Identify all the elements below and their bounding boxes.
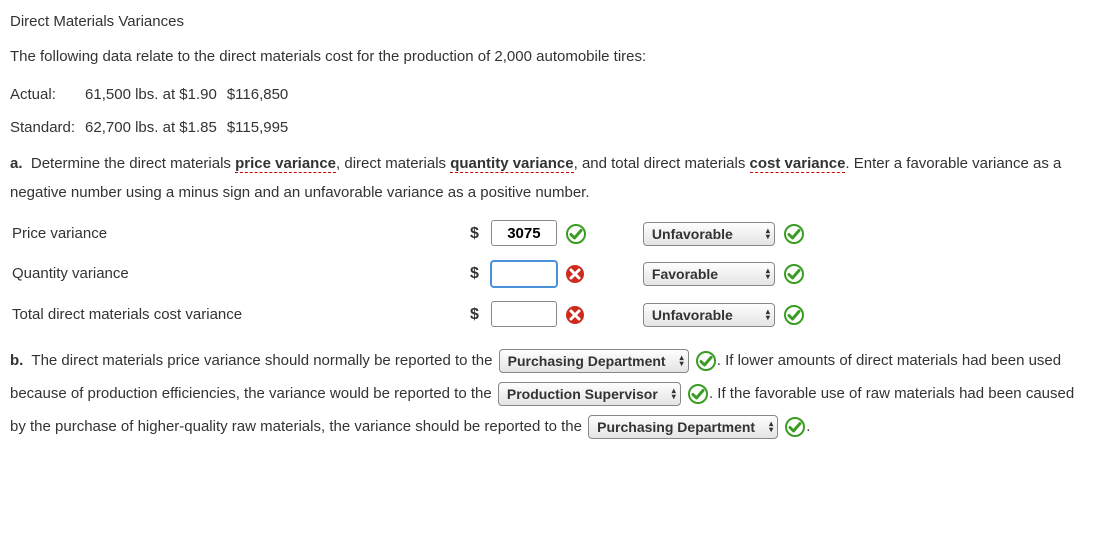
chevron-updown-icon: [766, 263, 770, 285]
price-variance-input[interactable]: [491, 220, 557, 246]
check-icon: [783, 304, 805, 326]
check-icon: [784, 416, 806, 438]
page-title: Direct Materials Variances: [10, 8, 1090, 37]
total-variance-input[interactable]: [491, 301, 557, 327]
check-icon: [565, 223, 587, 245]
report-to-select-1[interactable]: Purchasing Department: [499, 349, 689, 373]
x-icon: [565, 305, 585, 325]
part-b-lead: b.: [10, 352, 23, 369]
select-value: Unfavorable: [652, 226, 733, 242]
table-row: Standard: 62,700 lbs. at $1.85 $115,995: [10, 112, 298, 145]
chevron-updown-icon: [766, 304, 770, 326]
prompt-text: The direct materials price variance shou…: [31, 352, 492, 369]
x-icon: [565, 264, 585, 284]
part-b-prompt: b. The direct materials price variance s…: [10, 344, 1090, 443]
dollar-sign: $: [470, 306, 483, 323]
given-data-table: Actual: 61,500 lbs. at $1.90 $116,850 St…: [10, 79, 298, 144]
standard-amt: $115,995: [227, 112, 298, 145]
actual-amt: $116,850: [227, 79, 298, 112]
prompt-text: .: [806, 418, 810, 435]
select-value: Purchasing Department: [597, 419, 755, 435]
row-total-variance: Total direct materials cost variance $ U…: [12, 296, 811, 334]
select-value: Purchasing Department: [508, 353, 666, 369]
chevron-updown-icon: [766, 223, 770, 245]
prompt-text: , and total direct materials: [574, 155, 750, 172]
price-variance-label: Price variance: [12, 215, 468, 253]
quantity-variance-label: Quantity variance: [12, 255, 468, 293]
check-icon: [687, 383, 709, 405]
check-icon: [783, 263, 805, 285]
row-price-variance: Price variance $ Unfavorable: [12, 215, 811, 253]
actual-qty: 61,500 lbs. at $1.90: [85, 79, 227, 112]
check-icon: [695, 350, 717, 372]
term-price-variance: price variance: [235, 155, 336, 173]
actual-label: Actual:: [10, 79, 85, 112]
answer-grid: Price variance $ Unfavorable Quantity va…: [10, 213, 813, 336]
part-a-prompt: a. Determine the direct materials price …: [10, 150, 1090, 207]
chevron-updown-icon: [672, 383, 676, 405]
term-cost-variance: cost variance: [750, 155, 846, 173]
chevron-updown-icon: [680, 350, 684, 372]
total-variance-label: Total direct materials cost variance: [12, 296, 468, 334]
report-to-select-3[interactable]: Purchasing Department: [588, 415, 778, 439]
term-quantity-variance: quantity variance: [450, 155, 573, 173]
price-fav-select[interactable]: Unfavorable: [643, 222, 775, 246]
row-quantity-variance: Quantity variance $ Favorable: [12, 255, 811, 293]
standard-qty: 62,700 lbs. at $1.85: [85, 112, 227, 145]
quantity-fav-select[interactable]: Favorable: [643, 262, 775, 286]
chevron-updown-icon: [769, 416, 773, 438]
standard-label: Standard:: [10, 112, 85, 145]
total-fav-select[interactable]: Unfavorable: [643, 303, 775, 327]
dollar-sign: $: [470, 265, 483, 282]
prompt-text: Determine the direct materials: [31, 155, 235, 172]
quantity-variance-input[interactable]: [491, 261, 557, 287]
report-to-select-2[interactable]: Production Supervisor: [498, 382, 681, 406]
dollar-sign: $: [470, 225, 483, 242]
intro-text: The following data relate to the direct …: [10, 43, 1090, 72]
part-a-lead: a.: [10, 155, 23, 172]
check-icon: [783, 223, 805, 245]
select-value: Favorable: [652, 266, 718, 282]
select-value: Unfavorable: [652, 307, 733, 323]
select-value: Production Supervisor: [507, 386, 658, 402]
table-row: Actual: 61,500 lbs. at $1.90 $116,850: [10, 79, 298, 112]
prompt-text: , direct materials: [336, 155, 450, 172]
